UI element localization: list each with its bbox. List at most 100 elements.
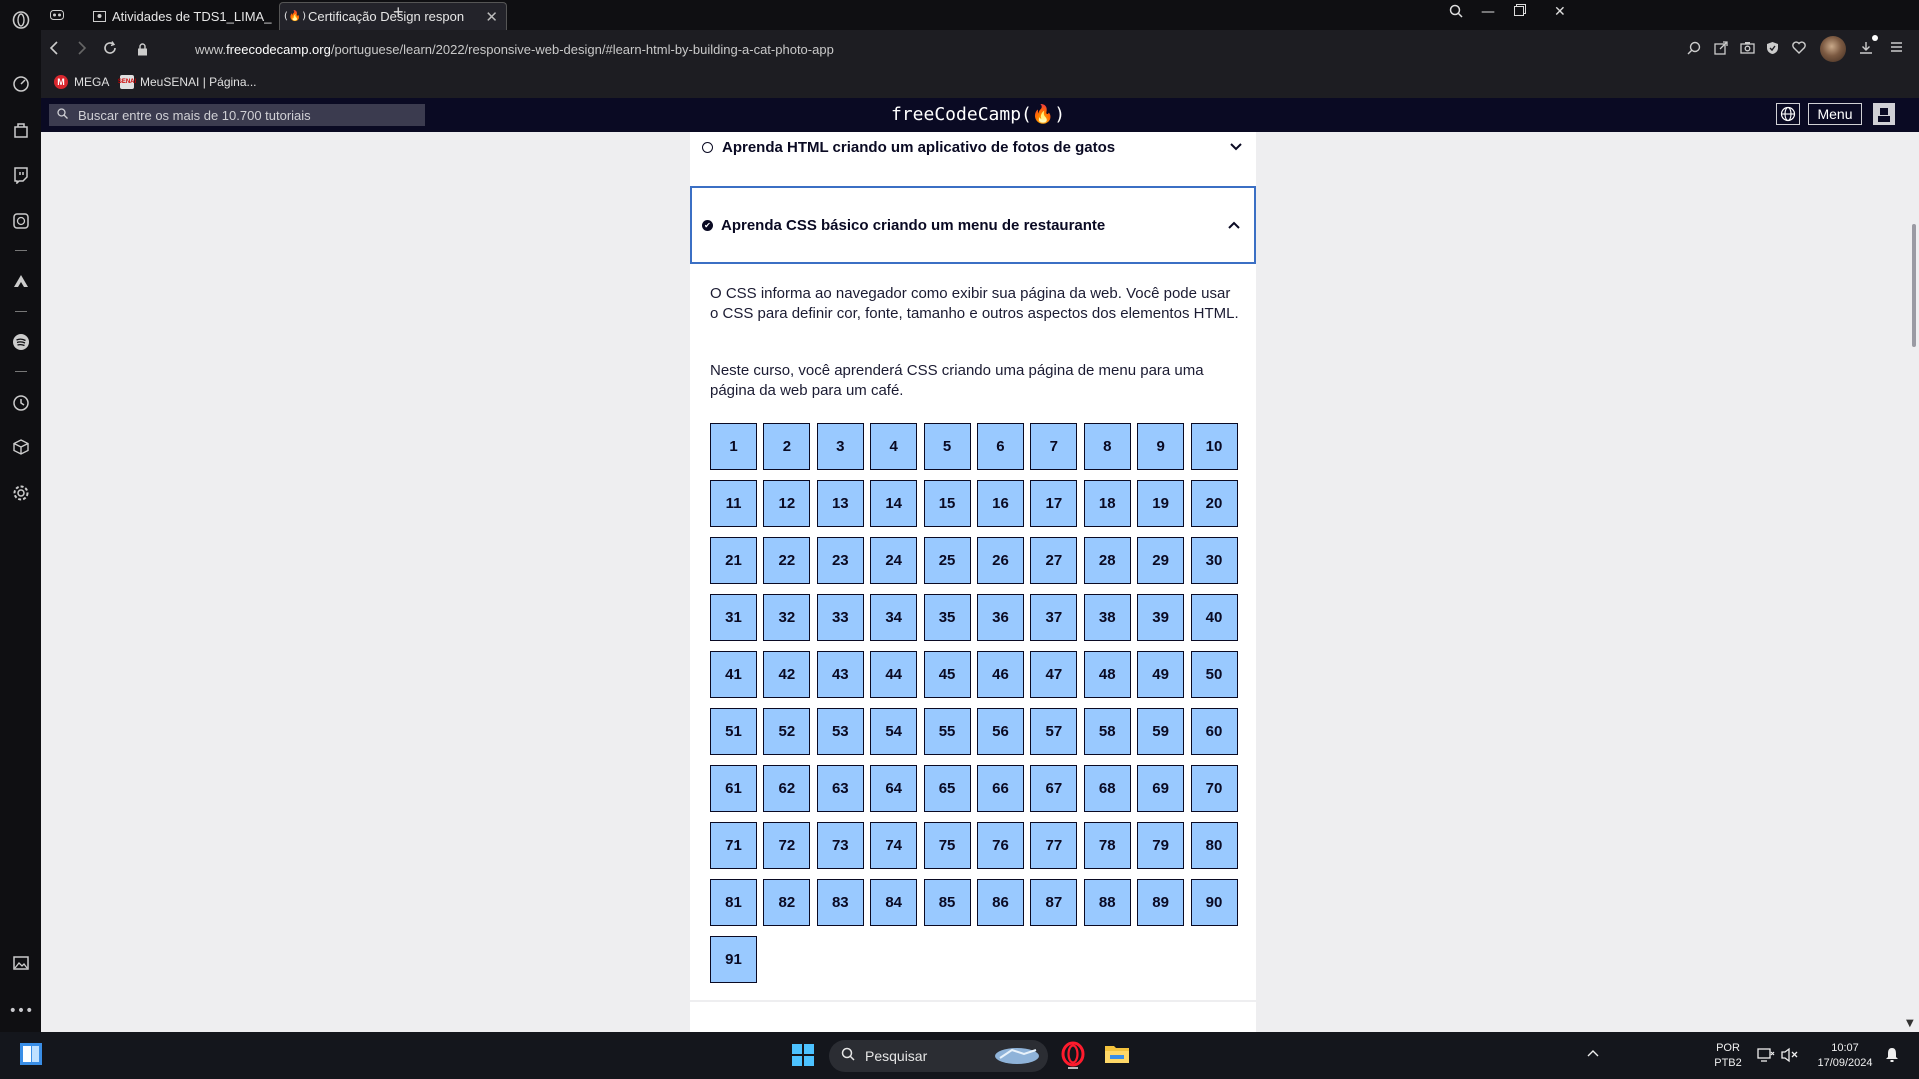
step-button[interactable]: 11 <box>710 480 757 527</box>
whatsapp-icon[interactable] <box>11 211 31 231</box>
back-icon[interactable] <box>49 40 59 59</box>
shopping-icon[interactable] <box>11 120 31 140</box>
step-button[interactable]: 80 <box>1190 822 1238 869</box>
tray-chevron-up-icon[interactable] <box>1587 1048 1599 1060</box>
step-button[interactable]: 30 <box>1190 537 1238 584</box>
step-button[interactable]: 87 <box>1030 879 1078 926</box>
scrollbar-thumb[interactable] <box>1912 224 1916 347</box>
step-button[interactable]: 13 <box>816 480 864 527</box>
step-button[interactable]: 15 <box>923 480 971 527</box>
step-button[interactable]: 34 <box>870 594 918 641</box>
tab-search-icon[interactable] <box>1449 4 1463 22</box>
fcc-menu-button[interactable]: Menu <box>1808 103 1862 125</box>
step-button[interactable]: 79 <box>1137 822 1185 869</box>
step-button[interactable]: 23 <box>816 537 864 584</box>
step-button[interactable]: 43 <box>816 651 864 698</box>
step-button[interactable]: 8 <box>1083 423 1131 470</box>
volume-muted-icon[interactable] <box>1781 1047 1799 1066</box>
history-icon[interactable] <box>11 393 31 413</box>
step-button[interactable]: 36 <box>976 594 1024 641</box>
step-button[interactable]: 12 <box>763 480 811 527</box>
step-button[interactable]: 76 <box>976 822 1024 869</box>
step-button[interactable]: 2 <box>763 423 811 470</box>
step-button[interactable]: 70 <box>1190 765 1238 812</box>
step-button[interactable]: 39 <box>1137 594 1185 641</box>
twitch-icon[interactable] <box>11 165 31 185</box>
step-button[interactable]: 91 <box>710 936 757 983</box>
fcc-user-avatar-icon[interactable] <box>1873 103 1895 125</box>
easy-setup-menu-icon[interactable] <box>1890 41 1903 57</box>
step-button[interactable]: 51 <box>710 708 757 755</box>
tab-close-icon[interactable]: ✕ <box>485 8 498 26</box>
step-button[interactable]: 46 <box>976 651 1024 698</box>
block-toggle-css-cafe-menu[interactable]: ✔ Aprenda CSS básico criando um menu de … <box>690 186 1256 264</box>
step-button[interactable]: 20 <box>1190 480 1238 527</box>
step-button[interactable]: 7 <box>1030 423 1078 470</box>
opera-logo-icon[interactable] <box>11 10 31 30</box>
step-button[interactable]: 62 <box>763 765 811 812</box>
step-button[interactable]: 68 <box>1083 765 1131 812</box>
step-button[interactable]: 77 <box>1030 822 1078 869</box>
step-button[interactable]: 85 <box>923 879 971 926</box>
step-button[interactable]: 50 <box>1190 651 1238 698</box>
step-button[interactable]: 69 <box>1137 765 1185 812</box>
forward-icon[interactable] <box>77 40 87 59</box>
close-window-icon[interactable]: ✕ <box>1554 4 1566 20</box>
step-button[interactable]: 54 <box>870 708 918 755</box>
spotify-icon[interactable] <box>11 332 31 352</box>
step-button[interactable]: 6 <box>976 423 1024 470</box>
step-button[interactable]: 67 <box>1030 765 1078 812</box>
windows-start-icon[interactable] <box>792 1044 814 1066</box>
step-button[interactable]: 49 <box>1137 651 1185 698</box>
step-button[interactable]: 88 <box>1083 879 1131 926</box>
step-button[interactable]: 53 <box>816 708 864 755</box>
send-to-flow-icon[interactable] <box>1714 41 1728 59</box>
step-button[interactable]: 14 <box>870 480 918 527</box>
step-button[interactable]: 82 <box>763 879 811 926</box>
snapshot-camera-icon[interactable] <box>1740 41 1755 58</box>
aria-icon[interactable] <box>11 271 31 291</box>
step-button[interactable]: 57 <box>1030 708 1078 755</box>
more-dots-icon[interactable]: ••• <box>9 1001 34 1021</box>
step-button[interactable]: 19 <box>1137 480 1185 527</box>
taskbar-search-input[interactable]: Pesquisar <box>829 1040 1048 1072</box>
gallery-icon[interactable] <box>11 953 31 973</box>
step-button[interactable]: 61 <box>710 765 757 812</box>
notifications-bell-icon[interactable] <box>1885 1047 1899 1066</box>
favorites-heart-icon[interactable] <box>1792 41 1806 58</box>
restore-icon[interactable] <box>1514 4 1526 20</box>
opera-taskbar-icon[interactable] <box>1060 1041 1086 1069</box>
step-button[interactable]: 25 <box>923 537 971 584</box>
step-button[interactable]: 3 <box>816 423 864 470</box>
step-button[interactable]: 65 <box>923 765 971 812</box>
keyboard-language[interactable]: POR PTB2 <box>1706 1042 1750 1069</box>
step-button[interactable]: 64 <box>870 765 918 812</box>
step-button[interactable]: 48 <box>1083 651 1131 698</box>
step-button[interactable]: 29 <box>1137 537 1185 584</box>
reload-icon[interactable] <box>103 40 117 59</box>
step-button[interactable]: 27 <box>1030 537 1078 584</box>
tab-atividades[interactable]: Atividades de TDS1_LIMA_ ✕ <box>84 2 309 30</box>
step-button[interactable]: 26 <box>976 537 1024 584</box>
step-button[interactable]: 45 <box>923 651 971 698</box>
settings-gear-icon[interactable] <box>11 483 31 503</box>
new-tab-button[interactable]: + <box>393 2 404 23</box>
step-button[interactable]: 63 <box>816 765 864 812</box>
language-globe-icon[interactable] <box>1776 103 1800 125</box>
step-button[interactable]: 37 <box>1030 594 1078 641</box>
extensions-cube-icon[interactable] <box>11 437 31 457</box>
step-button[interactable]: 73 <box>816 822 864 869</box>
adblock-shield-icon[interactable] <box>1766 41 1779 59</box>
step-button[interactable]: 42 <box>763 651 811 698</box>
task-view-icon[interactable] <box>19 1042 43 1066</box>
step-button[interactable]: 74 <box>870 822 918 869</box>
bookmark-meusenai[interactable]: SENAI MeuSENAI | Página... <box>118 75 257 89</box>
step-button[interactable]: 16 <box>976 480 1024 527</box>
step-button[interactable]: 89 <box>1137 879 1185 926</box>
step-button[interactable]: 18 <box>1083 480 1131 527</box>
minimize-icon[interactable]: — <box>1481 4 1495 20</box>
clock[interactable]: 10:07 17/09/2024 <box>1810 1042 1880 1069</box>
step-button[interactable]: 75 <box>923 822 971 869</box>
step-button[interactable]: 22 <box>763 537 811 584</box>
step-button[interactable]: 59 <box>1137 708 1185 755</box>
